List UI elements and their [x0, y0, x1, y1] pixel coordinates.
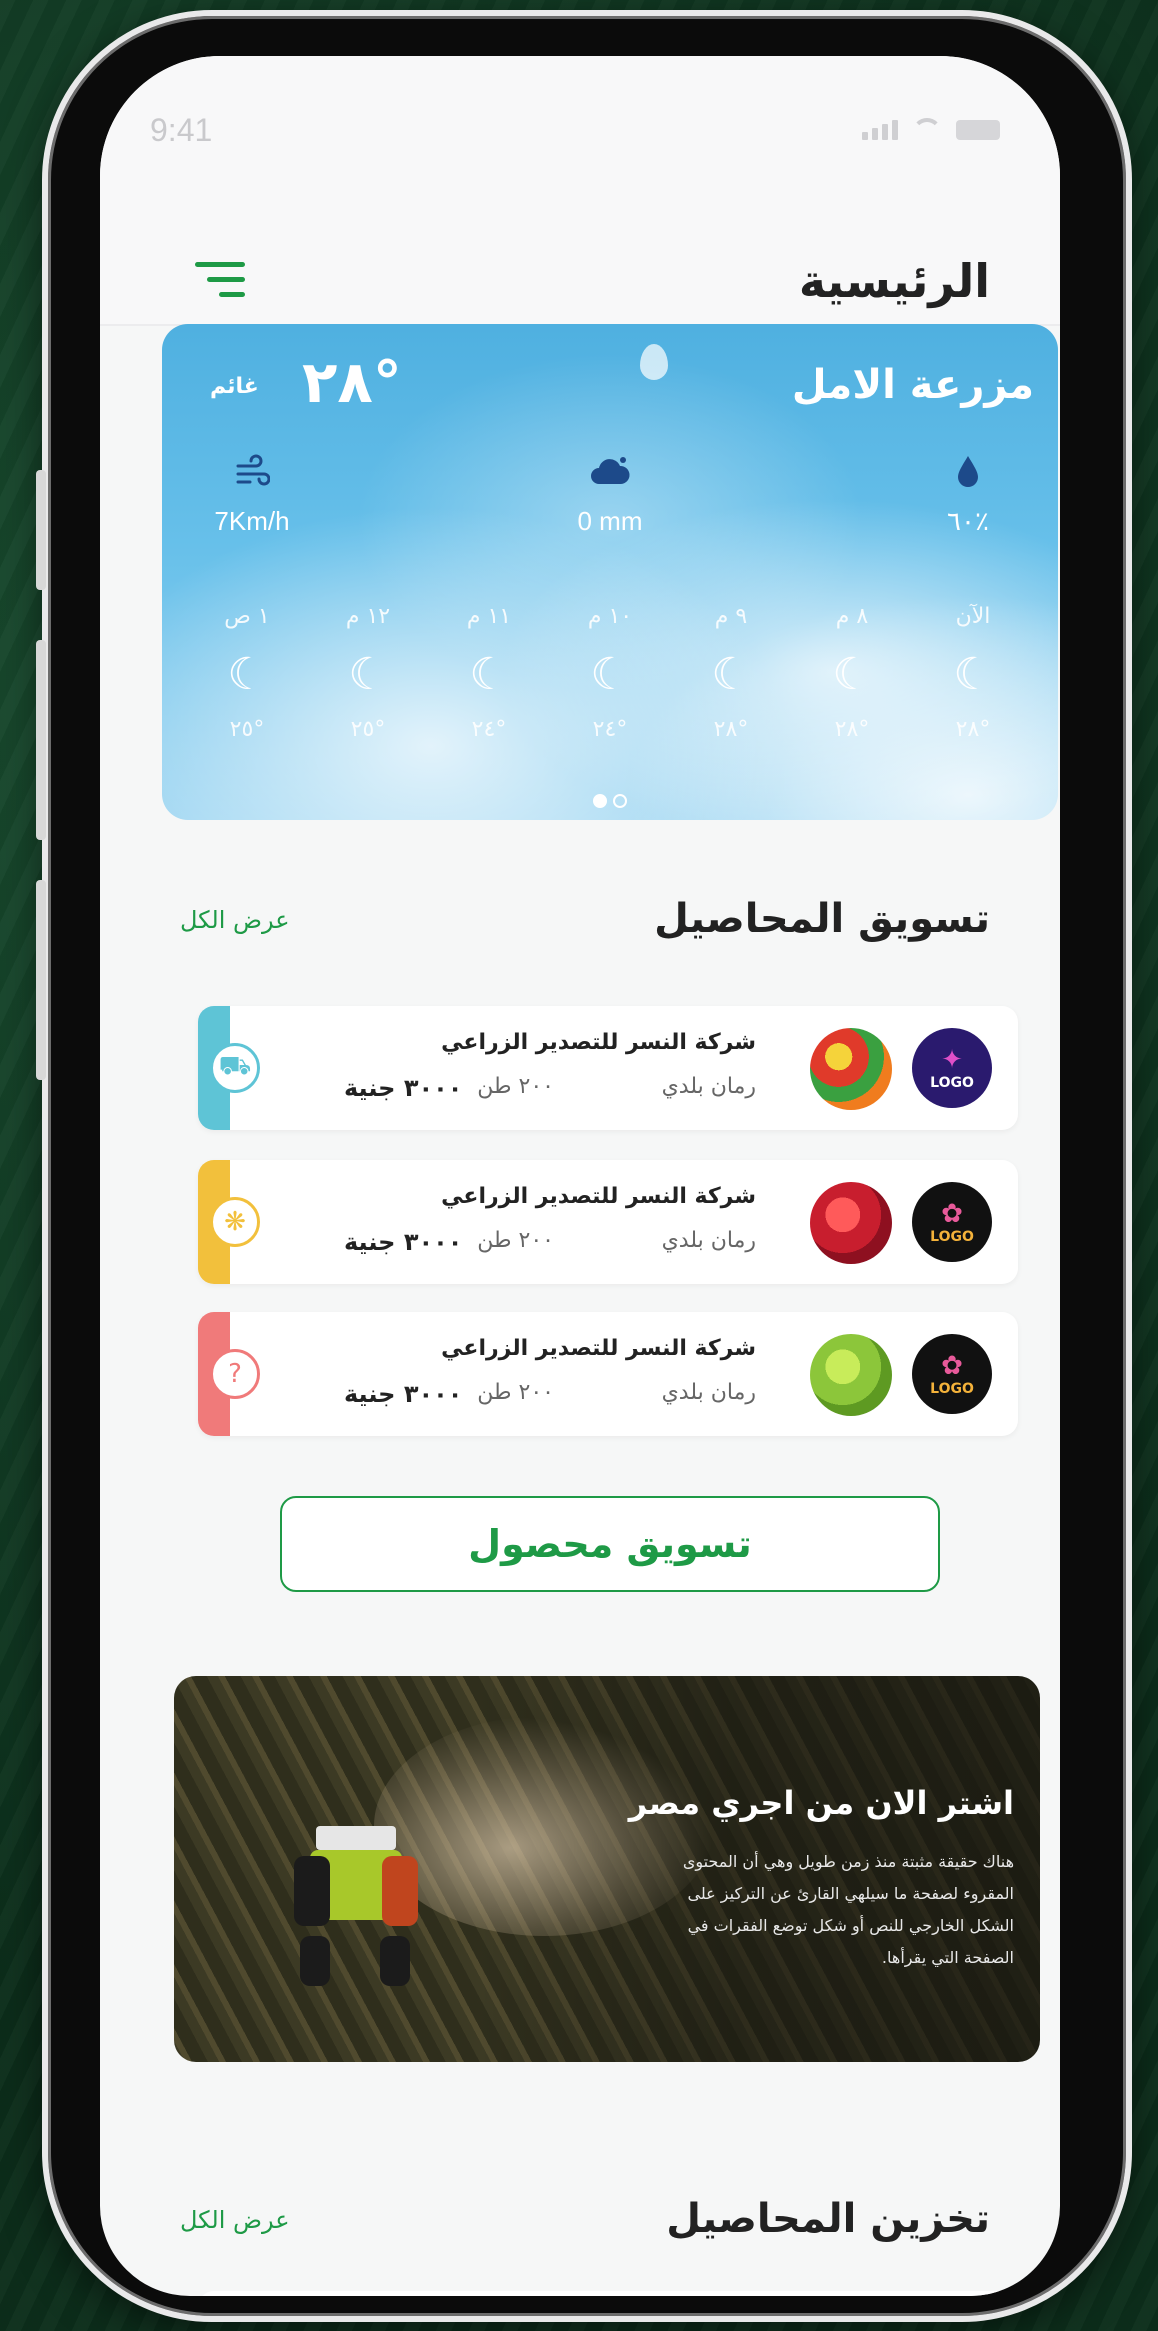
wifi-icon: [912, 118, 942, 140]
crop-image: [810, 1182, 892, 1264]
hour-item: ١١ م ☾ ٢٤°: [444, 604, 534, 742]
logo-text: LOGO: [930, 1381, 974, 1397]
farm-name: مزرعة الامل: [791, 362, 1034, 408]
section-title: تسويق المحاصيل: [654, 896, 990, 942]
status-icons: [862, 118, 1000, 140]
side-button: [36, 880, 46, 1080]
hour-item: ٨ م ☾ ٢٨°: [807, 604, 897, 742]
app-screen: 9:41 الرئيسية مزرعة الامل ٢٨° غائم 7Km/h: [100, 56, 1060, 2296]
moon-icon: ☾: [227, 649, 267, 700]
crop-image: [810, 1028, 892, 1110]
wind-icon: [172, 454, 332, 498]
tractor-image: [294, 1826, 418, 1996]
crop-quantity: ٢٠٠ طن: [477, 1074, 554, 1099]
hour-label: ٨ م: [835, 604, 869, 629]
moon-icon: ☾: [711, 649, 751, 700]
truck-icon: ⛟: [210, 1043, 260, 1093]
humidity-drop-icon: [888, 454, 1048, 498]
hour-item: ١٠ م ☾ ٢٤°: [565, 604, 655, 742]
battery-icon: [956, 120, 1000, 140]
banner-text: هناك حقيقة مثبتة منذ زمن طويل وهي أن الم…: [682, 1852, 1014, 1967]
crop-price: ٣٠٠٠ جنية: [344, 1228, 463, 1256]
hour-temp: ٢٥°: [350, 717, 386, 742]
hour-label: ٩ م: [714, 604, 748, 629]
hour-item: ١٢ م ☾ ٢٥°: [323, 604, 413, 742]
moon-icon: ☾: [348, 649, 388, 700]
hour-temp: ٢٨°: [955, 717, 991, 742]
hourly-forecast: الآن ☾ ٢٨° ٨ م ☾ ٢٨° ٩ م ☾ ٢٨° ١٠ م ☾ ٢٤° ١١ م ☾ ٢…: [202, 604, 1018, 742]
hour-item: ١ ص ☾ ٢٥°: [202, 604, 292, 742]
moon-icon: ☾: [953, 649, 993, 700]
volume-up-button: [36, 470, 46, 590]
rain-cloud-icon: [530, 454, 690, 498]
hour-item: ٩ م ☾ ٢٨°: [686, 604, 776, 742]
logo-text: LOGO: [930, 1229, 974, 1245]
company-logo: ✿ LOGO: [912, 1182, 992, 1262]
hour-label: ١١ م: [466, 604, 512, 629]
crop-quantity: ٢٠٠ طن: [477, 1228, 554, 1253]
raindrop-decoration-icon: [640, 344, 668, 380]
hour-temp: ٢٤°: [592, 717, 628, 742]
weather-condition: غائم: [210, 374, 259, 399]
moon-icon: ☾: [469, 649, 509, 700]
crop-price: ٣٠٠٠ جنية: [344, 1074, 463, 1102]
crop-name: رمان بلدي: [661, 1074, 756, 1099]
carousel-dot[interactable]: [593, 794, 607, 808]
view-all-link[interactable]: عرض الكل: [180, 906, 290, 934]
hour-label: ١٠ م: [587, 604, 633, 629]
app-header: الرئيسية: [100, 186, 1060, 326]
status-bar: 9:41: [100, 56, 1060, 186]
seeds-icon: ❋: [210, 1197, 260, 1247]
company-logo: ✦ LOGO: [912, 1028, 992, 1108]
wind-stat: 7Km/h: [172, 454, 332, 537]
banner-title: اشتر الان من اجري مصر: [628, 1784, 1014, 1822]
storage-card-preview[interactable]: [198, 2291, 1018, 2296]
crop-image: [810, 1334, 892, 1416]
cellular-signal-icon: [862, 120, 898, 140]
humidity-stat: ٦٠٪: [888, 454, 1048, 537]
crop-quantity: ٢٠٠ طن: [477, 1380, 554, 1405]
crop-listing-card[interactable]: ⛟ ✦ LOGO شركة النسر للتصدير الزراعي رمان …: [198, 1006, 1018, 1130]
moon-icon: ☾: [832, 649, 872, 700]
rain-amount: 0 mm: [577, 506, 643, 536]
company-name: شركة النسر للتصدير الزراعي: [441, 1336, 756, 1361]
status-time: 9:41: [150, 112, 213, 148]
market-crop-button[interactable]: تسويق محصول: [280, 1496, 940, 1592]
crop-name: رمان بلدي: [661, 1228, 756, 1253]
volume-down-button: [36, 640, 46, 840]
question-icon: ?: [210, 1349, 260, 1399]
hour-label: الآن: [955, 604, 991, 629]
crop-price: ٣٠٠٠ جنية: [344, 1380, 463, 1408]
hour-item: الآن ☾ ٢٨°: [928, 604, 1018, 742]
current-temperature: ٢٨°: [302, 348, 402, 416]
crop-name: رمان بلدي: [661, 1380, 756, 1405]
storage-section-header: تخزين المحاصيل عرض الكل: [180, 2196, 990, 2256]
hour-temp: ٢٨°: [713, 717, 749, 742]
logo-text: LOGO: [930, 1075, 974, 1091]
crop-listing-card[interactable]: ❋ ✿ LOGO شركة النسر للتصدير الزراعي رمان …: [198, 1160, 1018, 1284]
company-name: شركة النسر للتصدير الزراعي: [441, 1030, 756, 1055]
crop-listing-card[interactable]: ? ✿ LOGO شركة النسر للتصدير الزراعي رمان …: [198, 1312, 1018, 1436]
hamburger-menu-icon[interactable]: [195, 258, 245, 302]
dust-cloud: [374, 1716, 714, 1936]
promo-banner[interactable]: اشتر الان من اجري مصر هناك حقيقة مثبتة م…: [174, 1676, 1040, 2062]
hour-temp: ٢٥°: [229, 717, 265, 742]
hour-temp: ٢٨°: [834, 717, 870, 742]
hour-label: ١٢ م: [345, 604, 391, 629]
view-all-link[interactable]: عرض الكل: [180, 2206, 290, 2234]
rain-stat: 0 mm: [530, 454, 690, 537]
company-name: شركة النسر للتصدير الزراعي: [441, 1184, 756, 1209]
wind-speed: 7Km/h: [214, 506, 290, 536]
moon-icon: ☾: [590, 649, 630, 700]
carousel-dot[interactable]: [613, 794, 627, 808]
company-logo: ✿ LOGO: [912, 1334, 992, 1414]
hour-temp: ٢٤°: [471, 717, 507, 742]
marketing-section-header: تسويق المحاصيل عرض الكل: [180, 896, 990, 956]
hour-label: ١ ص: [224, 604, 270, 629]
page-title: الرئيسية: [798, 254, 990, 308]
carousel-dots: [162, 794, 1058, 808]
weather-card[interactable]: مزرعة الامل ٢٨° غائم 7Km/h 0 mm ٦٠٪ الآن…: [162, 324, 1058, 820]
section-title: تخزين المحاصيل: [666, 2196, 990, 2242]
humidity-value: ٦٠٪: [947, 506, 989, 536]
